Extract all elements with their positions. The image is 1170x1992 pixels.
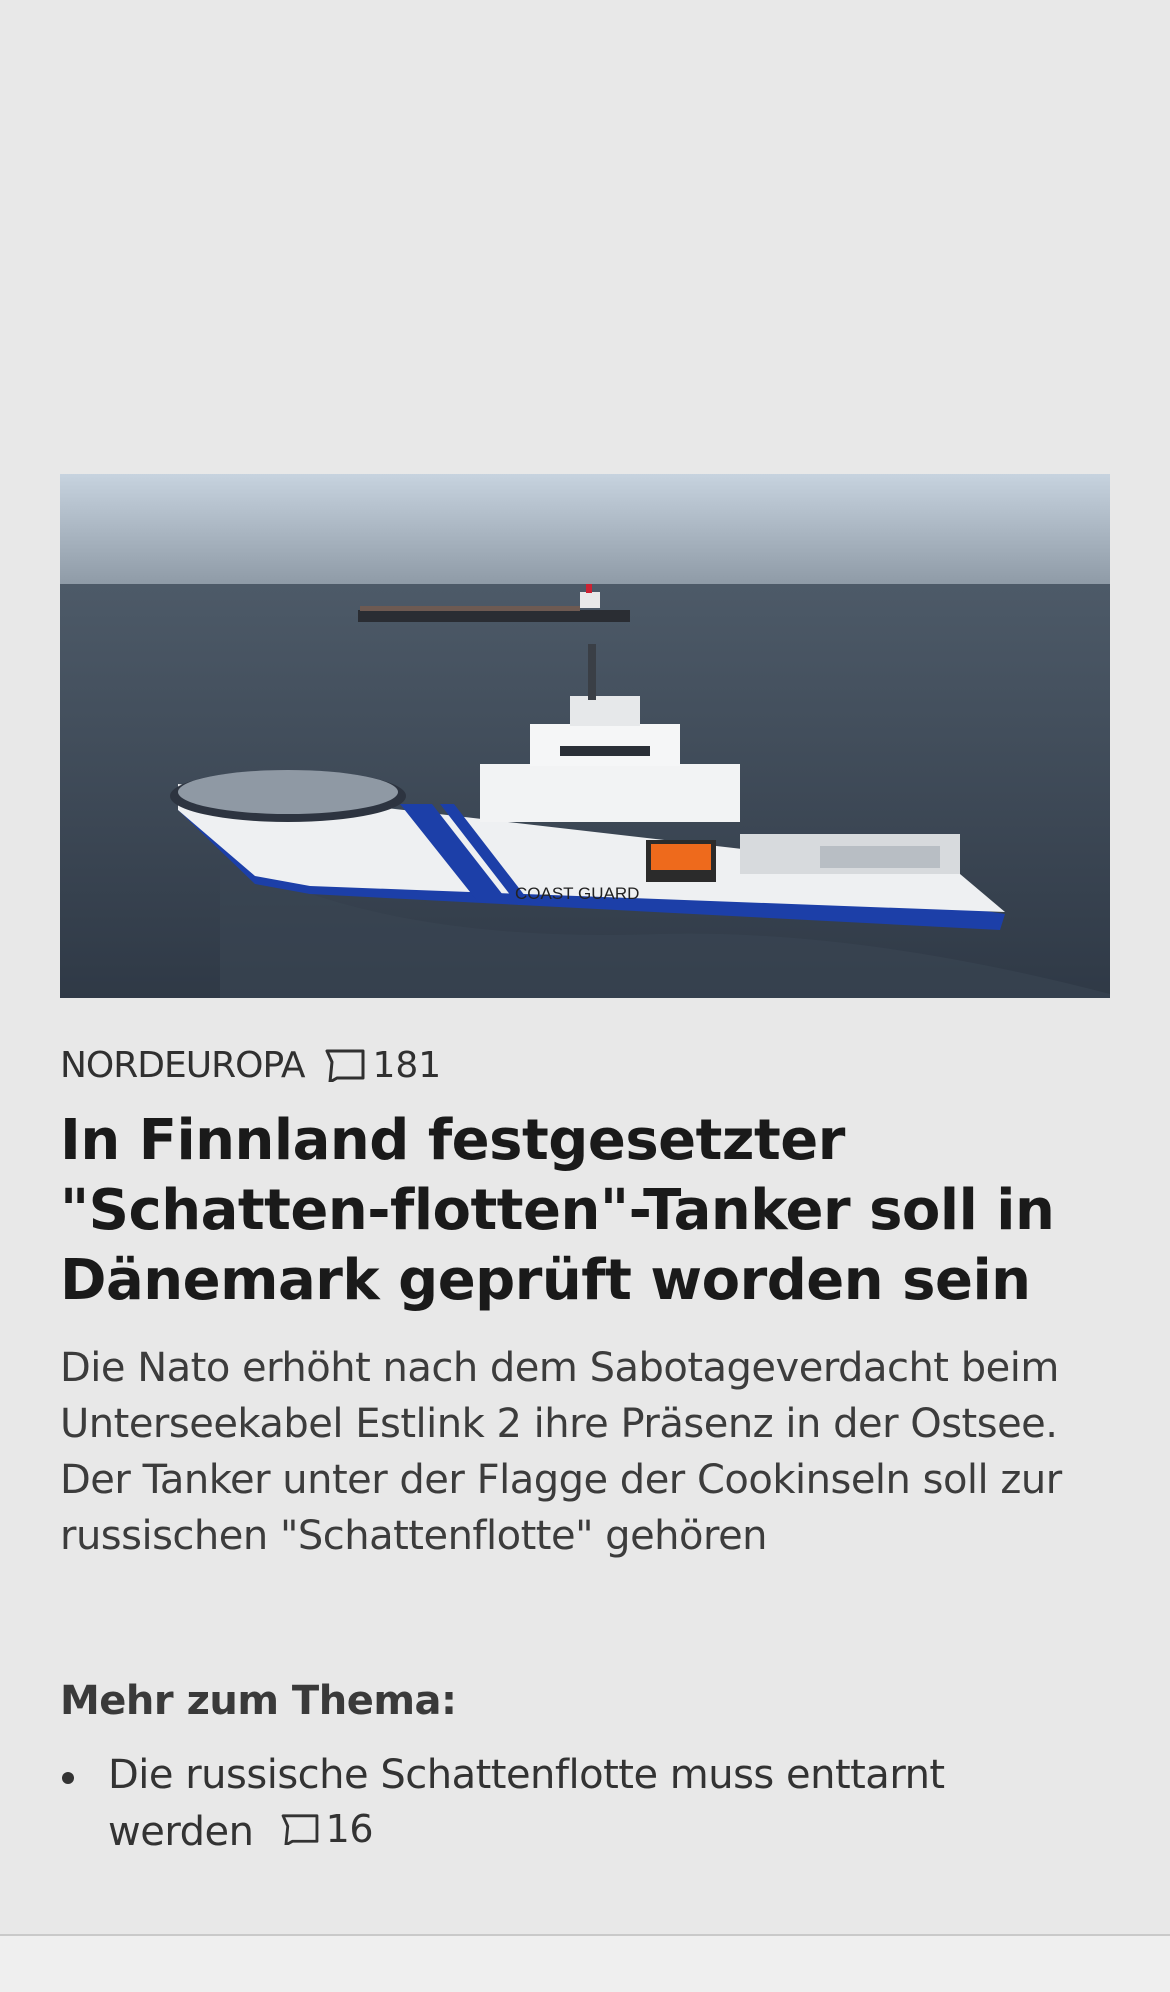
related-comment-count: 16: [325, 1807, 374, 1851]
comment-icon: [281, 1814, 318, 1845]
article-lead: Die Nato erhöht nach dem Sabotageverdach…: [60, 1345, 1062, 1559]
next-section-edge: [0, 1936, 1170, 1992]
related-article-item: Die russische Schattenflotte muss enttar…: [60, 1748, 1100, 1859]
article-headline[interactable]: In Finnland festgesetzter "Schatten-flot…: [60, 1106, 1120, 1316]
comment-count[interactable]: 181: [372, 1045, 441, 1086]
bullet-icon: [62, 1772, 74, 1784]
related-articles-list: Die russische Schattenflotte muss enttar…: [60, 1748, 1100, 1859]
article-image[interactable]: COAST GUARD: [60, 474, 1110, 998]
hull-text: COAST GUARD: [515, 884, 639, 903]
related-article-link[interactable]: Die russische Schattenflotte muss enttar…: [108, 1752, 945, 1855]
coast-guard-ship-photo: COAST GUARD: [60, 474, 1110, 998]
article-meta: NORDEUROPA 181: [60, 1040, 441, 1090]
more-heading: Mehr zum Thema:: [60, 1678, 457, 1724]
related-comment[interactable]: 16: [266, 1802, 374, 1856]
section-kicker[interactable]: NORDEUROPA: [60, 1045, 305, 1086]
comment-icon: [325, 1049, 365, 1082]
ad-placeholder: [0, 0, 1170, 474]
